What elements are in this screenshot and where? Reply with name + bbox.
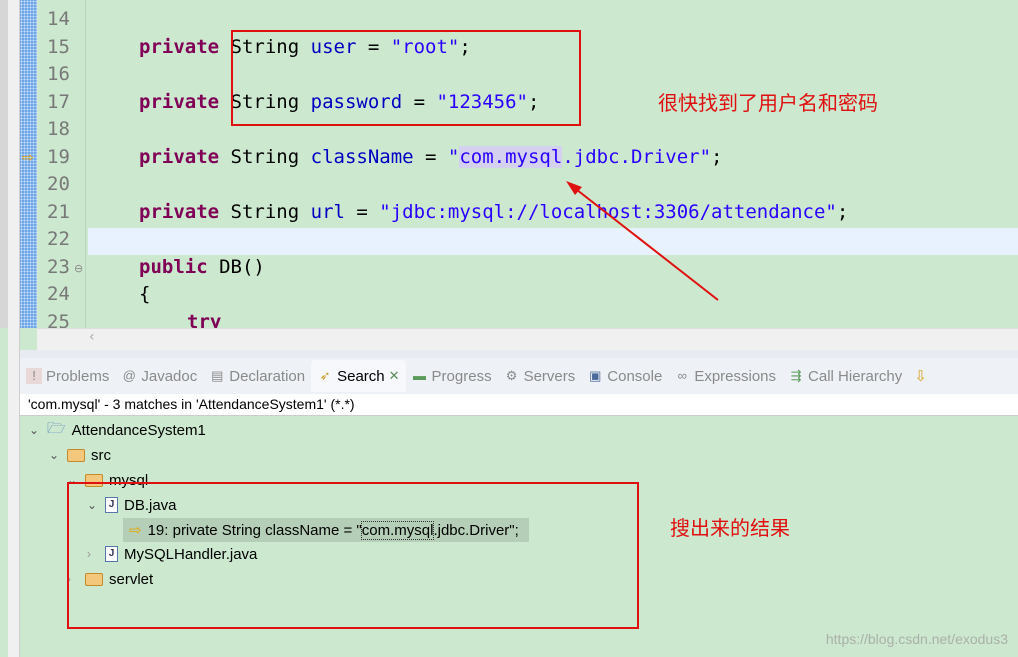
annotation-arrow bbox=[566, 181, 719, 301]
watermark: https://blog.csdn.net/exodus3 bbox=[825, 631, 1008, 647]
